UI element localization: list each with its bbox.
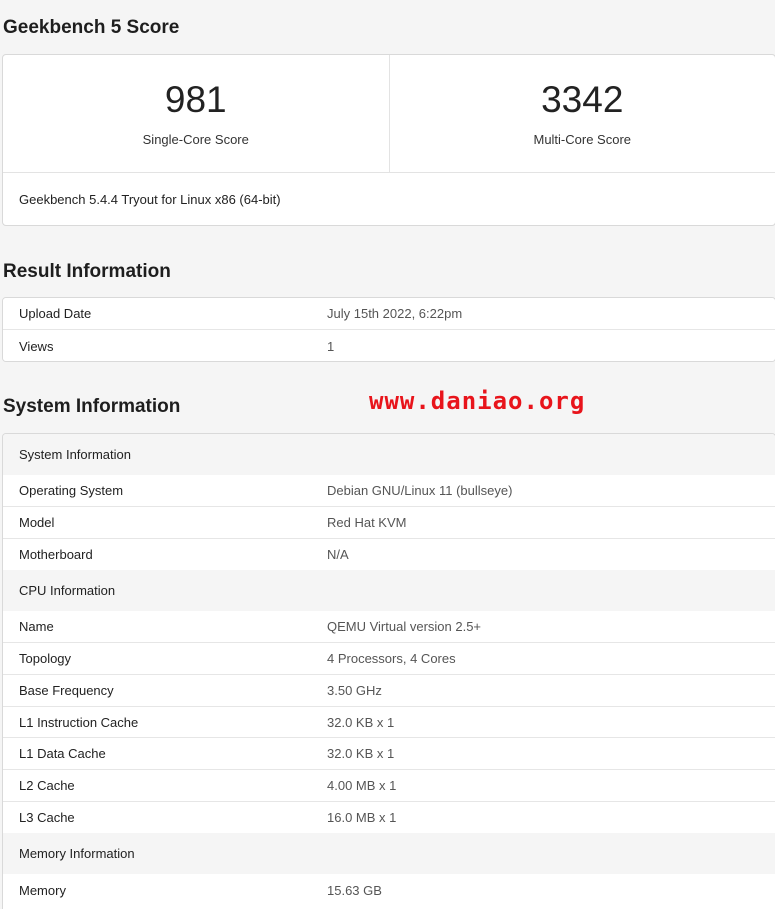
row-key: L3 Cache (19, 810, 75, 825)
row-value: N/A (327, 547, 349, 562)
row-key: L1 Data Cache (19, 746, 106, 761)
row-value: 32.0 KB x 1 (327, 714, 395, 730)
system-info-table: System Information Operating System Debi… (2, 433, 775, 909)
table-row: Base Frequency 3.50 GHz (3, 675, 775, 707)
row-value: Debian GNU/Linux 11 (bullseye) (327, 483, 513, 498)
result-section-title: Result Information (3, 261, 171, 282)
row-key: Topology (19, 651, 72, 666)
single-core-score: 981 (164, 79, 227, 120)
table-row: Motherboard N/A (3, 539, 775, 570)
multi-core-score: 3342 (541, 79, 624, 120)
row-value: 3.50 GHz (327, 683, 382, 698)
result-info-table: Upload Date July 15th 2022, 6:22pm Views… (2, 297, 775, 362)
score-section-title: Geekbench 5 Score (3, 17, 180, 38)
row-value: 4 Processors, 4 Cores (327, 651, 456, 666)
row-key: Base Frequency (19, 683, 114, 698)
table-row: Topology 4 Processors, 4 Cores (3, 643, 775, 675)
row-value: QEMU Virtual version 2.5+ (327, 619, 482, 634)
table-row: Name QEMU Virtual version 2.5+ (3, 611, 775, 643)
row-key: Motherboard (19, 547, 93, 562)
row-value: 1 (327, 338, 335, 354)
row-key: Model (19, 515, 55, 530)
multi-core-label: Multi-Core Score (533, 132, 632, 147)
row-key: Views (19, 338, 54, 354)
single-core-cell: 981 Single-Core Score (3, 55, 389, 172)
row-value: 4.00 MB x 1 (327, 778, 397, 793)
group-header-cpu: CPU Information (3, 570, 775, 611)
group-header-memory: Memory Information (3, 833, 775, 874)
table-row: Views 1 (3, 330, 775, 361)
score-row: 981 Single-Core Score 3342 Multi-Core Sc… (3, 55, 775, 173)
row-key: L1 Instruction Cache (19, 714, 139, 730)
row-key: Name (19, 619, 54, 634)
single-core-label: Single-Core Score (142, 132, 249, 147)
row-key: L2 Cache (19, 778, 75, 793)
group-header-system: System Information (3, 434, 775, 475)
system-section-title: System Information (3, 396, 181, 417)
row-key: Operating System (19, 483, 124, 498)
score-card: 981 Single-Core Score 3342 Multi-Core Sc… (2, 54, 775, 226)
table-row: L3 Cache 16.0 MB x 1 (3, 802, 775, 833)
table-row: Model Red Hat KVM (3, 507, 775, 539)
table-row: Memory 15.63 GB (3, 874, 775, 907)
table-row: L1 Data Cache 32.0 KB x 1 (3, 738, 775, 770)
row-value: 32.0 KB x 1 (327, 746, 395, 761)
table-row: Operating System Debian GNU/Linux 11 (bu… (3, 475, 775, 507)
table-row: L2 Cache 4.00 MB x 1 (3, 770, 775, 802)
row-key: Memory (19, 883, 66, 898)
table-row: L1 Instruction Cache 32.0 KB x 1 (3, 707, 775, 738)
row-value: July 15th 2022, 6:22pm (327, 306, 463, 321)
table-row: Upload Date July 15th 2022, 6:22pm (3, 298, 775, 330)
row-value: 15.63 GB (327, 883, 382, 898)
row-key: Upload Date (19, 306, 92, 321)
watermark-text: www.daniao.org (369, 387, 586, 415)
multi-core-cell: 3342 Multi-Core Score (388, 55, 775, 172)
row-value: Red Hat KVM (327, 515, 407, 530)
benchmark-version: Geekbench 5.4.4 Tryout for Linux x86 (64… (19, 192, 281, 207)
row-value: 16.0 MB x 1 (327, 810, 397, 825)
